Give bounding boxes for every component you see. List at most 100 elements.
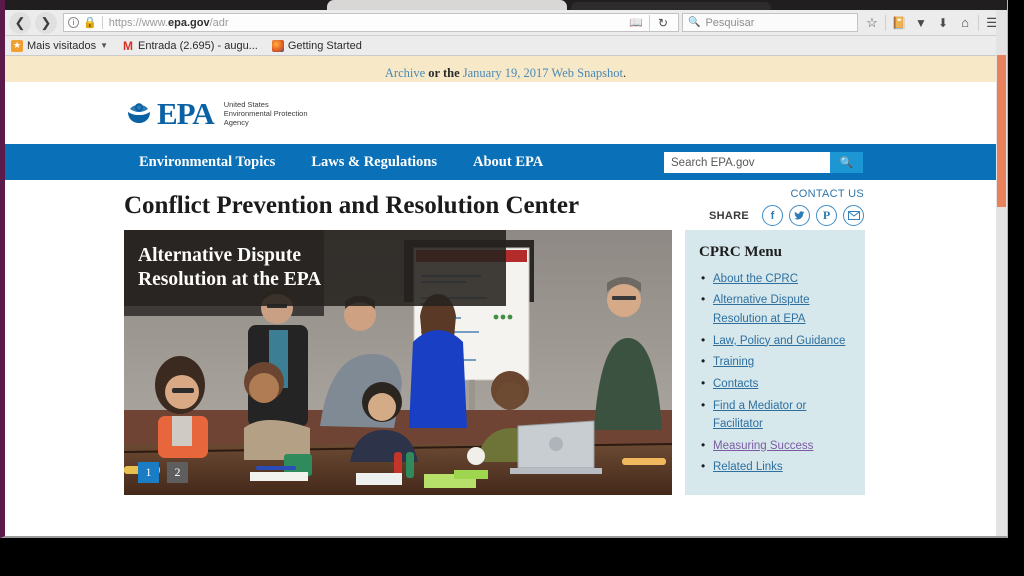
nav-link-about-epa[interactable]: About EPA (473, 154, 543, 171)
cprc-link-measuring-success[interactable]: Measuring Success (713, 440, 813, 452)
epa-wordmark: EPA (157, 95, 215, 131)
cprc-link-training[interactable]: Training (713, 356, 754, 368)
page-viewport: Archive or the January 19, 2017 Web Snap… (5, 56, 1007, 536)
list-item: Law, Policy and Guidance (699, 331, 853, 351)
archive-notice-period: . (622, 65, 627, 80)
cprc-link-find-a-mediator[interactable]: Find a Mediator or Facilitator (713, 400, 806, 431)
padlock-icon: 🔒 (83, 17, 97, 29)
most-visited-icon: ★ (11, 39, 23, 52)
web-snapshot-link[interactable]: January 19, 2017 Web Snapshot (463, 66, 623, 80)
list-item: Measuring Success (699, 436, 853, 456)
contact-us-link[interactable]: CONTACT US (709, 188, 864, 200)
agency-line-3: Agency (223, 117, 249, 127)
browser-tab-inactive[interactable] (571, 2, 771, 10)
page-title: Conflict Prevention and Resolution Cente… (124, 192, 580, 219)
downloads-icon[interactable]: ⬇ (932, 12, 954, 34)
page-scrollbar[interactable] (996, 10, 1007, 536)
scrollbar-thumb[interactable] (997, 55, 1006, 207)
bookmark-label: Getting Started (287, 39, 362, 52)
epa-search-button[interactable]: 🔍 (830, 152, 863, 173)
browser-window: ❮ ❯ i 🔒 https://www.epa.gov/adr 📖 ↻ 🔍 Pe… (0, 0, 1008, 538)
forward-arrow-icon[interactable]: ❯ (35, 11, 57, 34)
list-item: Find a Mediator or Facilitator (699, 395, 853, 434)
facebook-share-icon[interactable]: f (762, 205, 783, 226)
page-content: Conflict Prevention and Resolution Cente… (5, 180, 1006, 495)
library-icon[interactable]: 📔 (888, 12, 910, 34)
cprc-menu-title: CPRC Menu (699, 243, 782, 260)
address-bar-divider (101, 16, 103, 29)
cprc-link-law-policy-and-guidance[interactable]: Law, Policy and Guidance (713, 335, 845, 347)
epa-search: Search EPA.gov 🔍 (664, 152, 863, 173)
browser-tab-active[interactable] (327, 0, 567, 10)
agency-line-2: Environmental Protection (223, 108, 308, 118)
browser-search-box[interactable]: 🔍 Pesquisar (682, 13, 858, 32)
hero-caption: Alternative Dispute Resolution at the EP… (124, 229, 506, 306)
bookmark-gmail-inbox[interactable]: M Entrada (2.695) - augu... (122, 38, 258, 53)
list-item: Contacts (699, 374, 853, 394)
archive-notice-banner: Archive or the January 19, 2017 Web Snap… (5, 56, 1006, 82)
share-row: SHARE f P (709, 205, 864, 226)
epa-main-nav: Environmental Topics Laws & Regulations … (5, 144, 1006, 180)
nav-link-laws-regulations[interactable]: Laws & Regulations (311, 154, 437, 171)
page-title-row: Conflict Prevention and Resolution Cente… (5, 180, 1006, 226)
url-domain: epa.gov (168, 16, 210, 29)
search-icon: 🔍 (688, 17, 701, 28)
epa-search-input[interactable]: Search EPA.gov (664, 152, 830, 173)
nav-link-environmental-topics[interactable]: Environmental Topics (139, 154, 275, 171)
address-bar[interactable]: i 🔒 https://www.epa.gov/adr 📖 ↻ (63, 13, 679, 32)
cprc-link-contacts[interactable]: Contacts (713, 378, 758, 390)
pocket-icon[interactable]: ▼ (910, 12, 932, 34)
share-label: SHARE (708, 209, 749, 222)
url-prefix: https://www. (108, 16, 168, 29)
list-item: About the CPRC (699, 269, 853, 289)
page-actions: CONTACT US SHARE f P (709, 188, 864, 226)
email-share-icon[interactable] (843, 205, 864, 226)
toolbar-divider (885, 14, 886, 31)
search-icon: 🔍 (839, 157, 854, 169)
epa-seal-icon (124, 98, 154, 128)
twitter-share-icon[interactable] (789, 205, 810, 226)
address-bar-url: https://www.epa.gov/adr (109, 17, 229, 29)
list-item: Related Links (699, 457, 853, 477)
tab-strip (5, 0, 1007, 10)
bookmark-label: Mais visitados (27, 39, 97, 52)
bookmarks-bar: ★ Mais visitados ▼ M Entrada (2.695) - a… (5, 36, 1007, 56)
browser-toolbar: ❮ ❯ i 🔒 https://www.epa.gov/adr 📖 ↻ 🔍 Pe… (5, 10, 1007, 36)
pinterest-share-icon[interactable]: P (816, 205, 837, 226)
main-row: Alternative Dispute Resolution at the EP… (5, 221, 1006, 495)
archive-notice-middle: or the (425, 65, 463, 80)
bookmark-getting-started[interactable]: Getting Started (271, 39, 362, 52)
hero-caption-line-1: Alternative Dispute (138, 244, 302, 266)
gmail-icon: M (123, 38, 133, 53)
toolbar-divider (978, 14, 979, 31)
epa-logo[interactable]: EPA United States Environmental Protecti… (124, 98, 308, 129)
browser-search-placeholder: Pesquisar (705, 16, 755, 29)
hero-carousel[interactable]: Alternative Dispute Resolution at the EP… (124, 229, 672, 495)
cprc-menu-list: About the CPRC Alternative Dispute Resol… (699, 269, 853, 477)
cprc-link-alternative-dispute-resolution[interactable]: Alternative Dispute Resolution at EPA (713, 294, 810, 325)
back-arrow-icon[interactable]: ❮ (9, 11, 31, 34)
chevron-down-icon: ▼ (100, 41, 108, 50)
bookmark-star-icon[interactable]: ☆ (861, 12, 883, 34)
reader-view-icon[interactable]: 📖 (625, 12, 647, 34)
bookmark-label: Entrada (2.695) - augu... (138, 39, 258, 52)
site-info-icon[interactable]: i (68, 17, 79, 28)
bookmark-most-visited[interactable]: ★ Mais visitados ▼ (11, 39, 108, 52)
cprc-menu-panel: CPRC Menu About the CPRC Alternative Dis… (685, 229, 865, 495)
cprc-link-about-the-cprc[interactable]: About the CPRC (713, 273, 798, 285)
list-item: Training (699, 352, 853, 372)
carousel-slide-1-button[interactable]: 1 (138, 461, 159, 483)
carousel-pagination: 1 2 (138, 461, 196, 483)
agency-line-1: United States (223, 99, 269, 109)
firefox-icon (271, 39, 284, 52)
carousel-slide-2-button[interactable]: 2 (167, 461, 188, 483)
url-path: /adr (209, 16, 229, 29)
archive-link[interactable]: Archive (385, 66, 425, 80)
list-item: Alternative Dispute Resolution at EPA (699, 290, 853, 328)
hero-caption-line-2: Resolution at the EPA (138, 269, 322, 291)
cprc-link-related-links[interactable]: Related Links (713, 461, 783, 473)
epa-site-header: EPA United States Environmental Protecti… (5, 82, 1006, 144)
epa-agency-name: United States Environmental Protection A… (224, 100, 308, 127)
reload-icon[interactable]: ↻ (652, 12, 674, 34)
home-icon[interactable]: ⌂ (954, 12, 976, 34)
